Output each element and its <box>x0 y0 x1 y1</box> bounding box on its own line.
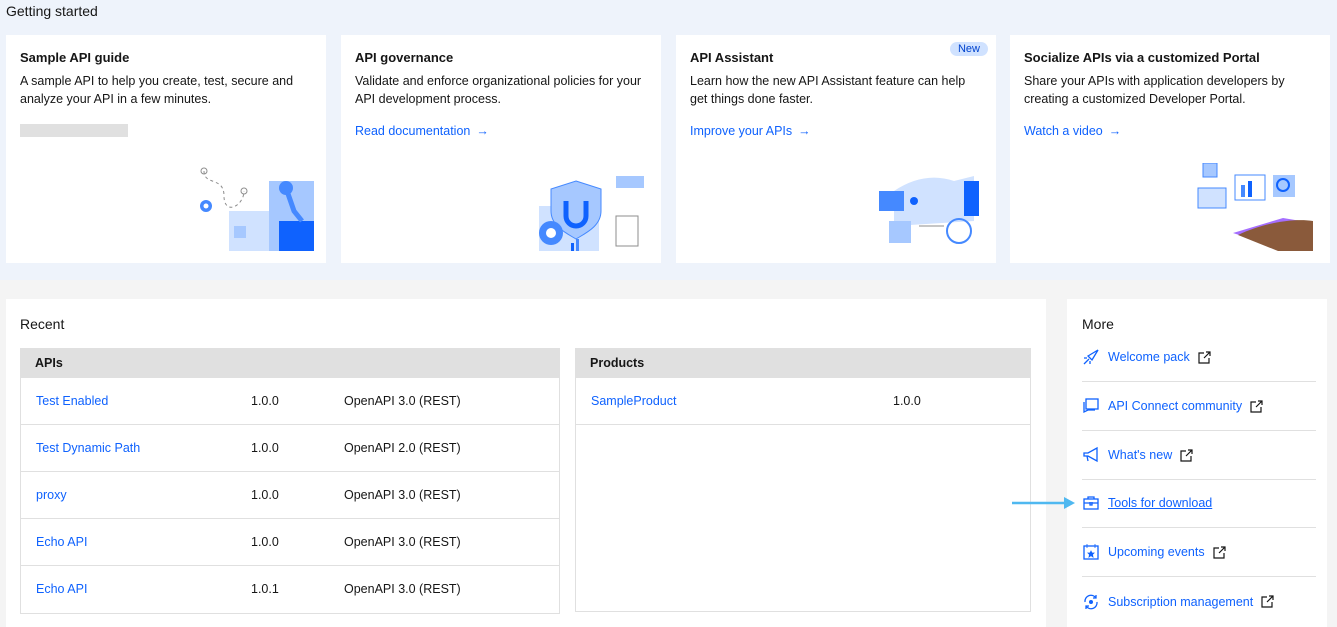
card-api-governance[interactable]: API governance Validate and enforce orga… <box>341 35 661 263</box>
api-type: OpenAPI 3.0 (REST) <box>344 535 461 549</box>
card-title: Sample API guide <box>20 50 130 65</box>
api-name-link[interactable]: Echo API <box>36 535 87 549</box>
external-link-icon <box>1212 545 1226 559</box>
api-type: OpenAPI 3.0 (REST) <box>344 488 461 502</box>
products-table: Products SampleProduct 1.0.0 <box>575 348 1031 612</box>
getting-started-title: Getting started <box>6 3 98 19</box>
watch-a-video-link[interactable]: Watch a video → <box>1024 124 1121 138</box>
table-row[interactable]: Test Enabled 1.0.0 OpenAPI 3.0 (REST) <box>21 378 559 425</box>
loading-skeleton <box>20 124 128 137</box>
whats-new-link[interactable]: What's new <box>1082 431 1316 480</box>
table-row[interactable]: Test Dynamic Path 1.0.0 OpenAPI 2.0 (RES… <box>21 425 559 472</box>
more-title: More <box>1082 316 1114 332</box>
improve-your-apis-link[interactable]: Improve your APIs → <box>690 124 811 138</box>
card-description: Share your APIs with application develop… <box>1024 74 1285 106</box>
product-name-link[interactable]: SampleProduct <box>591 394 676 408</box>
welcome-pack-link[interactable]: Welcome pack <box>1082 333 1316 382</box>
card-title: Socialize APIs via a customized Portal <box>1024 50 1260 65</box>
arrow-right-icon: → <box>798 124 811 138</box>
subscription-management-link[interactable]: Subscription management <box>1082 577 1316 626</box>
card-description: A sample API to help you create, test, s… <box>20 74 294 106</box>
table-row[interactable]: Echo API 1.0.1 OpenAPI 3.0 (REST) <box>21 566 559 613</box>
toolbox-icon <box>1082 494 1100 512</box>
api-connect-community-link[interactable]: API Connect community <box>1082 382 1316 431</box>
product-version: 1.0.0 <box>893 394 921 408</box>
api-name-link[interactable]: Echo API <box>36 582 87 596</box>
read-documentation-link[interactable]: Read documentation → <box>355 124 489 138</box>
apis-table-header: APIs <box>21 349 559 378</box>
table-row[interactable]: Echo API 1.0.0 OpenAPI 3.0 (REST) <box>21 519 559 566</box>
external-link-icon <box>1250 399 1263 413</box>
card-sample-api-guide[interactable]: Sample API guide A sample API to help yo… <box>6 35 326 263</box>
external-link-icon <box>1261 595 1274 608</box>
tools-for-download-link[interactable]: Tools for download <box>1082 479 1316 528</box>
api-version: 1.0.0 <box>251 441 279 455</box>
recent-title: Recent <box>20 316 65 332</box>
subscription-icon <box>1082 593 1100 611</box>
getting-started-section: Getting started Sample API guide A sampl… <box>0 0 1337 280</box>
bullhorn-icon <box>1082 446 1100 464</box>
api-name-link[interactable]: Test Enabled <box>36 394 108 408</box>
api-type: OpenAPI 2.0 (REST) <box>344 441 461 455</box>
api-name-link[interactable]: Test Dynamic Path <box>36 441 140 455</box>
products-table-header: Products <box>576 349 1030 378</box>
card-socialize-apis[interactable]: Socialize APIs via a customized Portal S… <box>1010 35 1330 263</box>
recent-section: Recent APIs Test Enabled 1.0.0 OpenAPI 3… <box>6 299 1046 627</box>
api-version: 1.0.0 <box>251 488 279 502</box>
upcoming-events-link[interactable]: Upcoming events <box>1082 528 1316 577</box>
more-section: More Welcome pack API Connect community … <box>1067 299 1327 627</box>
api-type: OpenAPI 3.0 (REST) <box>344 582 461 596</box>
forum-icon <box>1082 397 1100 415</box>
card-api-assistant[interactable]: New API Assistant Learn how the new API … <box>676 35 996 263</box>
card-description: Validate and enforce organizational poli… <box>355 74 642 106</box>
arrow-right-icon: → <box>476 124 489 138</box>
external-link-icon <box>1180 448 1193 462</box>
portal-illustration <box>1197 163 1313 251</box>
card-title: API Assistant <box>690 50 774 65</box>
new-badge: New <box>949 42 988 56</box>
api-type: OpenAPI 3.0 (REST) <box>344 394 461 408</box>
api-version: 1.0.0 <box>251 535 279 549</box>
table-row[interactable]: SampleProduct 1.0.0 <box>576 378 1030 425</box>
api-name-link[interactable]: proxy <box>36 488 67 502</box>
arrow-right-icon: → <box>1108 124 1122 138</box>
api-version: 1.0.1 <box>251 582 279 596</box>
annotation-arrow-icon <box>1012 497 1075 509</box>
api-version: 1.0.0 <box>251 394 279 408</box>
external-link-icon <box>1198 350 1211 364</box>
card-title: API governance <box>355 50 454 65</box>
apis-table: APIs Test Enabled 1.0.0 OpenAPI 3.0 (RES… <box>20 348 560 614</box>
rocket-icon <box>1082 348 1100 366</box>
governance-illustration <box>539 176 644 251</box>
assistant-illustration <box>879 176 979 244</box>
sample-api-illustration <box>200 167 314 251</box>
table-row[interactable]: proxy 1.0.0 OpenAPI 3.0 (REST) <box>21 472 559 519</box>
card-description: Learn how the new API Assistant feature … <box>690 74 966 106</box>
event-icon <box>1082 543 1100 561</box>
